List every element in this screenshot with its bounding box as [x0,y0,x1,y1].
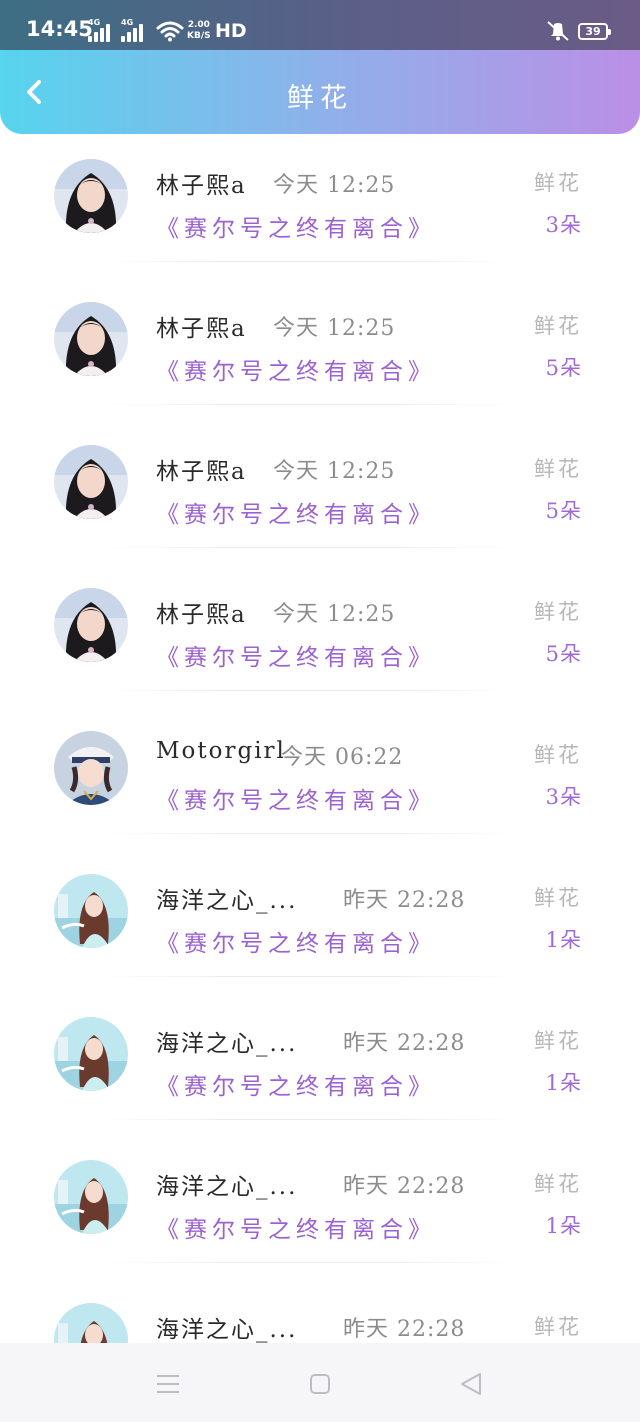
flower-count: 5朵 [545,642,582,666]
flower-record-row[interactable]: 海洋之心_... 昨天 22:28 《赛尔号之终有离合》 鲜花 1朵 [0,834,640,977]
record-time: 昨天 22:28 [343,1317,466,1342]
user-name[interactable]: 海洋之心_... [156,1024,297,1058]
flower-record-row[interactable]: 海洋之心_...昨天 22:28《赛尔号之终有离合》鲜花1朵 [0,1263,640,1343]
user-name[interactable]: Motorgirl [156,738,286,764]
gift-label: 鲜花 [534,1315,582,1339]
book-title[interactable]: 《赛尔号之终有离合》 [156,1210,436,1244]
flower-count: 5朵 [545,356,582,380]
flower-record-row[interactable]: 林子熙a 今天 12:25 《赛尔号之终有离合》 鲜花 5朵 [0,262,640,405]
user-name[interactable]: 林子熙a [156,452,247,486]
network-speed: 2.00 KB/S [187,20,211,42]
gift-label: 鲜花 [534,171,582,195]
book-title[interactable]: 《赛尔号之终有离合》 [156,495,436,529]
flower-count: 5朵 [545,499,582,523]
signal-1-label: 4G [88,18,101,27]
menu-icon[interactable] [155,1371,181,1397]
user-name[interactable]: 林子熙a [156,309,247,343]
mute-icon [547,21,569,41]
record-time: 昨天 22:28 [343,888,466,913]
avatar[interactable] [54,1017,128,1091]
flower-record-list[interactable]: 林子熙a 今天 12:25 《赛尔号之终有离合》 鲜花 3朵 林子熙a 今天 12:25 《赛… [0,130,640,1343]
gift-label: 鲜花 [534,743,582,767]
flower-record-row[interactable]: Motorgirl 今天 06:22 《赛尔号之终有离合》 鲜花 3朵 [0,691,640,834]
flower-count: 1朵 [545,1071,582,1095]
book-title[interactable]: 《赛尔号之终有离合》 [156,352,436,386]
record-time: 昨天 22:28 [343,1174,466,1199]
gift-label: 鲜花 [534,886,582,910]
book-title[interactable]: 《赛尔号之终有离合》 [156,209,436,243]
flower-count: 1朵 [545,928,582,952]
home-square-icon[interactable] [307,1371,333,1397]
back-triangle-icon[interactable] [458,1371,484,1397]
wifi-icon [156,21,184,42]
book-title[interactable]: 《赛尔号之终有离合》 [156,1067,436,1101]
book-title[interactable]: 《赛尔号之终有离合》 [156,638,436,672]
book-title[interactable]: 《赛尔号之终有离合》 [156,781,436,815]
flower-count: 1朵 [545,1214,582,1238]
book-title[interactable]: 《赛尔号之终有离合》 [156,924,436,958]
flower-record-row[interactable]: 林子熙a 今天 12:25 《赛尔号之终有离合》 鲜花 5朵 [0,548,640,691]
avatar[interactable] [54,159,128,233]
signal-2-label: 4G [121,18,134,27]
signal-2-icon: 4G [121,18,149,42]
signal-1-icon: 4G [88,18,116,42]
gift-label: 鲜花 [534,1172,582,1196]
gift-label: 鲜花 [534,457,582,481]
flower-record-row[interactable]: 林子熙a 今天 12:25 《赛尔号之终有离合》 鲜花 3朵 [0,130,640,262]
network-speed-unit: KB/S [187,31,211,41]
flower-count: 3朵 [545,213,582,237]
record-time: 今天 12:25 [273,459,396,484]
battery-indicator: 39 [578,23,611,40]
avatar[interactable] [54,874,128,948]
gift-label: 鲜花 [534,1029,582,1053]
system-nav-bar [0,1343,640,1422]
flower-record-row[interactable]: 海洋之心_... 昨天 22:28 《赛尔号之终有离合》 鲜花 1朵 [0,1120,640,1263]
gift-label: 鲜花 [534,314,582,338]
avatar[interactable] [54,302,128,376]
page-title: 鲜花 [287,83,353,114]
avatar[interactable] [54,1160,128,1234]
record-time: 今天 12:25 [273,316,396,341]
record-time: 今天 06:22 [281,745,404,770]
user-name[interactable]: 海洋之心_... [156,881,297,915]
avatar[interactable] [54,731,128,805]
user-name[interactable]: 林子熙a [156,595,247,629]
network-speed-value: 2.00 [187,20,210,30]
flower-record-row[interactable]: 海洋之心_... 昨天 22:28 《赛尔号之终有离合》 鲜花 1朵 [0,977,640,1120]
record-time: 今天 12:25 [273,602,396,627]
avatar[interactable] [54,588,128,662]
user-name[interactable]: 海洋之心_... [156,1167,297,1201]
flower-count: 3朵 [545,785,582,809]
flower-record-row[interactable]: 林子熙a 今天 12:25 《赛尔号之终有离合》 鲜花 5朵 [0,405,640,548]
avatar[interactable] [54,445,128,519]
record-time: 今天 12:25 [273,173,396,198]
hd-label: HD [215,20,247,42]
user-name[interactable]: 林子熙a [156,166,247,200]
avatar[interactable] [54,1303,128,1343]
page-header: 鲜花 [0,50,640,134]
gift-label: 鲜花 [534,600,582,624]
flower-record-list-inner: 林子熙a 今天 12:25 《赛尔号之终有离合》 鲜花 3朵 林子熙a 今天 12:25 《赛… [0,130,640,1343]
record-time: 昨天 22:28 [343,1031,466,1056]
status-time: 14:45 [26,17,93,41]
user-name[interactable]: 海洋之心_... [156,1310,297,1343]
